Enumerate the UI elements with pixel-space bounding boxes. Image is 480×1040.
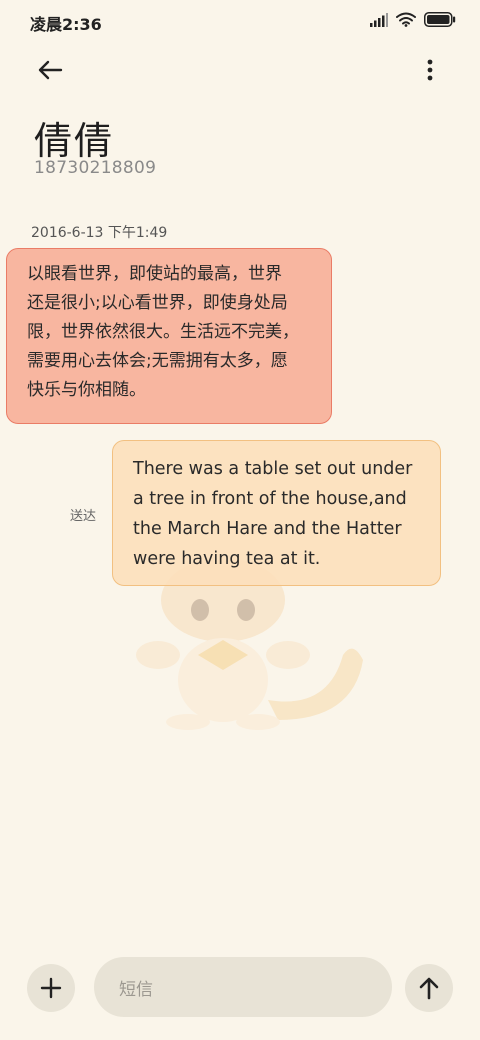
contact-number: 18730218809 bbox=[34, 158, 157, 178]
battery-icon bbox=[424, 12, 456, 27]
plus-icon bbox=[40, 977, 62, 999]
delivery-status: 送达 bbox=[70, 509, 97, 524]
message-timestamp: 2016-6-13 下午1:49 bbox=[31, 225, 168, 241]
message-line: a tree in front of the house,and bbox=[133, 489, 407, 509]
message-line: 快乐与你相随。 bbox=[27, 380, 146, 400]
back-button[interactable] bbox=[30, 50, 70, 90]
message-line: 还是很小;以心看世界，即使身处局 bbox=[27, 293, 288, 313]
message-input-placeholder: 短信 bbox=[119, 979, 153, 1000]
message-line: There was a table set out under bbox=[133, 459, 413, 479]
status-time: 凌晨2:36 bbox=[30, 15, 102, 34]
status-bar: 凌晨2:36 bbox=[0, 0, 480, 40]
contact-name: 倩倩 bbox=[34, 119, 115, 163]
incoming-message-bubble[interactable]: 以眼看世界，即使站的最高，世界 还是很小;以心看世界，即使身处局 限，世界依然很… bbox=[6, 248, 332, 424]
message-input[interactable]: 短信 bbox=[94, 957, 392, 1017]
arrow-up-icon bbox=[419, 977, 439, 1000]
status-icons bbox=[370, 12, 456, 27]
message-line: 需要用心去体会;无需拥有太多，愿 bbox=[27, 351, 288, 371]
message-line: 限，世界依然很大。生活远不完美， bbox=[27, 322, 299, 342]
send-button[interactable] bbox=[405, 964, 453, 1012]
add-attachment-button[interactable] bbox=[27, 964, 75, 1012]
arrow-left-icon bbox=[38, 60, 63, 80]
message-line: were having tea at it. bbox=[133, 549, 321, 569]
outgoing-message-bubble[interactable]: There was a table set out under a tree i… bbox=[112, 440, 441, 586]
message-line: the March Hare and the Hatter bbox=[133, 519, 402, 539]
message-line: 以眼看世界，即使站的最高，世界 bbox=[27, 264, 282, 284]
more-options-button[interactable] bbox=[412, 50, 448, 90]
wifi-icon bbox=[396, 12, 416, 27]
signal-icon bbox=[370, 12, 388, 27]
more-vertical-icon bbox=[427, 59, 433, 81]
